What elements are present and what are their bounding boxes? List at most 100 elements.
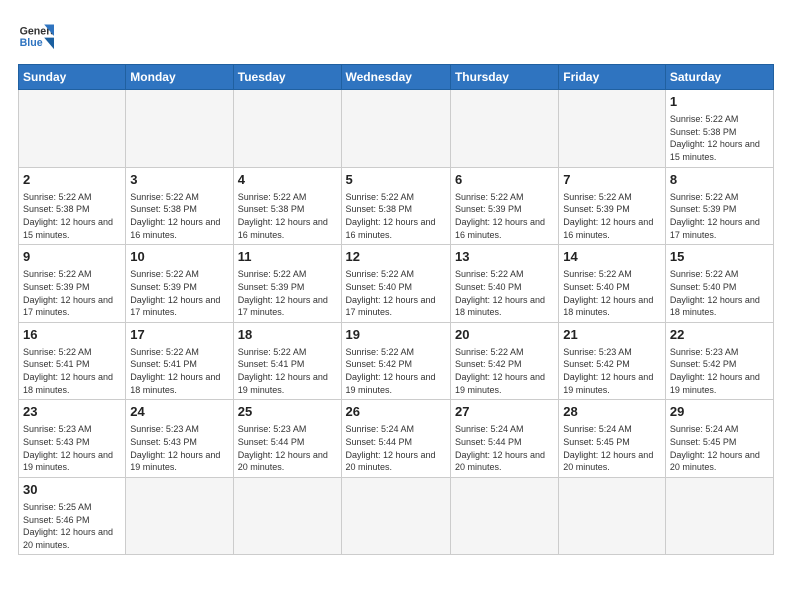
day-info: Sunrise: 5:23 AM Sunset: 5:42 PM Dayligh… [563, 346, 661, 396]
day-info: Sunrise: 5:25 AM Sunset: 5:46 PM Dayligh… [23, 501, 121, 551]
page: General Blue Sunday Monday Tuesday Wedne… [0, 0, 792, 612]
day-number: 28 [563, 403, 661, 421]
calendar-cell: 12Sunrise: 5:22 AM Sunset: 5:40 PM Dayli… [341, 245, 450, 323]
col-monday: Monday [126, 65, 233, 90]
day-info: Sunrise: 5:24 AM Sunset: 5:44 PM Dayligh… [346, 423, 446, 473]
day-info: Sunrise: 5:22 AM Sunset: 5:38 PM Dayligh… [670, 113, 769, 163]
day-number: 11 [238, 248, 337, 266]
day-info: Sunrise: 5:22 AM Sunset: 5:38 PM Dayligh… [346, 191, 446, 241]
day-info: Sunrise: 5:22 AM Sunset: 5:41 PM Dayligh… [23, 346, 121, 396]
day-number: 22 [670, 326, 769, 344]
calendar-cell: 19 Sunrise: 5:22 AM Sunset: 5:42 PM Dayli… [341, 322, 450, 400]
day-info: Sunrise: 5:23 AM Sunset: 5:43 PM Dayligh… [23, 423, 121, 473]
calendar-cell: 1 Sunrise: 5:22 AM Sunset: 5:38 PM Daylig… [665, 90, 773, 168]
calendar-cell: 21 Sunrise: 5:23 AM Sunset: 5:42 PM Dayli… [559, 322, 666, 400]
day-number: 21 [563, 326, 661, 344]
day-number: 6 [455, 171, 554, 189]
day-info: Sunrise: 5:22 AM Sunset: 5:40 PM Dayligh… [455, 268, 554, 318]
col-friday: Friday [559, 65, 666, 90]
day-info: Sunrise: 5:22 AM Sunset: 5:41 PM Dayligh… [238, 346, 337, 396]
calendar-cell: 13 Sunrise: 5:22 AM Sunset: 5:40 PM Dayli… [450, 245, 558, 323]
day-info: Sunrise: 5:22 AM Sunset: 5:39 PM Dayligh… [130, 268, 228, 318]
col-thursday: Thursday [450, 65, 558, 90]
day-info: Sunrise: 5:22 AM Sunset: 5:39 PM Dayligh… [23, 268, 121, 318]
day-number: 18 [238, 326, 337, 344]
calendar-cell [233, 90, 341, 168]
day-info: Sunrise: 5:22 AM Sunset: 5:42 PM Dayligh… [455, 346, 554, 396]
day-number: 5 [346, 171, 446, 189]
calendar-cell: 30 Sunrise: 5:25 AM Sunset: 5:46 PM Dayli… [19, 477, 126, 555]
calendar-cell: 15 Sunrise: 5:22 AM Sunset: 5:40 PM Dayli… [665, 245, 773, 323]
day-info: Sunrise: 5:22 AM Sunset: 5:39 PM Dayligh… [455, 191, 554, 241]
day-number: 24 [130, 403, 228, 421]
day-number: 13 [455, 248, 554, 266]
day-number: 14 [563, 248, 661, 266]
day-number: 9 [23, 248, 121, 266]
day-number: 30 [23, 481, 121, 499]
day-number: 7 [563, 171, 661, 189]
calendar-cell: 7 Sunrise: 5:22 AM Sunset: 5:39 PM Daylig… [559, 167, 666, 245]
calendar-cell [341, 90, 450, 168]
calendar-cell [559, 90, 666, 168]
day-info: Sunrise: 5:23 AM Sunset: 5:44 PM Dayligh… [238, 423, 337, 473]
calendar-cell [233, 477, 341, 555]
day-number: 20 [455, 326, 554, 344]
day-info: Sunrise: 5:22 AM Sunset: 5:38 PM Dayligh… [130, 191, 228, 241]
day-number: 4 [238, 171, 337, 189]
day-info: Sunrise: 5:22 AM Sunset: 5:41 PM Dayligh… [130, 346, 228, 396]
col-wednesday: Wednesday [341, 65, 450, 90]
calendar-cell: 4 Sunrise: 5:22 AM Sunset: 5:38 PM Daylig… [233, 167, 341, 245]
day-number: 19 [346, 326, 446, 344]
day-info: Sunrise: 5:22 AM Sunset: 5:39 PM Dayligh… [563, 191, 661, 241]
calendar-cell: 3Sunrise: 5:22 AM Sunset: 5:38 PM Daylig… [126, 167, 233, 245]
calendar-cell: 14 Sunrise: 5:22 AM Sunset: 5:40 PM Dayli… [559, 245, 666, 323]
calendar-cell: 23 Sunrise: 5:23 AM Sunset: 5:43 PM Dayli… [19, 400, 126, 478]
day-info: Sunrise: 5:22 AM Sunset: 5:42 PM Dayligh… [346, 346, 446, 396]
day-info: Sunrise: 5:24 AM Sunset: 5:44 PM Dayligh… [455, 423, 554, 473]
svg-text:Blue: Blue [20, 37, 43, 49]
day-info: Sunrise: 5:22 AM Sunset: 5:40 PM Dayligh… [670, 268, 769, 318]
calendar-cell: 8 Sunrise: 5:22 AM Sunset: 5:39 PM Daylig… [665, 167, 773, 245]
day-number: 1 [670, 93, 769, 111]
header: General Blue [18, 18, 774, 54]
calendar-cell: 26 Sunrise: 5:24 AM Sunset: 5:44 PM Dayli… [341, 400, 450, 478]
calendar-cell [450, 90, 558, 168]
logo-icon: General Blue [18, 18, 54, 54]
day-number: 25 [238, 403, 337, 421]
day-number: 17 [130, 326, 228, 344]
calendar-cell: 20 Sunrise: 5:22 AM Sunset: 5:42 PM Dayli… [450, 322, 558, 400]
calendar-cell: 2Sunrise: 5:22 AM Sunset: 5:38 PM Daylig… [19, 167, 126, 245]
day-number: 16 [23, 326, 121, 344]
calendar-cell: 5 Sunrise: 5:22 AM Sunset: 5:38 PM Daylig… [341, 167, 450, 245]
logo: General Blue [18, 18, 54, 54]
calendar-cell: 24Sunrise: 5:23 AM Sunset: 5:43 PM Dayli… [126, 400, 233, 478]
calendar-cell [665, 477, 773, 555]
day-number: 23 [23, 403, 121, 421]
calendar-cell: 11Sunrise: 5:22 AM Sunset: 5:39 PM Dayli… [233, 245, 341, 323]
day-info: Sunrise: 5:22 AM Sunset: 5:39 PM Dayligh… [670, 191, 769, 241]
calendar-cell: 10 Sunrise: 5:22 AM Sunset: 5:39 PM Dayli… [126, 245, 233, 323]
calendar-cell [559, 477, 666, 555]
calendar-cell [341, 477, 450, 555]
col-sunday: Sunday [19, 65, 126, 90]
day-number: 12 [346, 248, 446, 266]
calendar-cell: 9 Sunrise: 5:22 AM Sunset: 5:39 PM Daylig… [19, 245, 126, 323]
col-tuesday: Tuesday [233, 65, 341, 90]
day-number: 10 [130, 248, 228, 266]
calendar-cell: 17 Sunrise: 5:22 AM Sunset: 5:41 PM Dayli… [126, 322, 233, 400]
calendar-cell: 22Sunrise: 5:23 AM Sunset: 5:42 PM Dayli… [665, 322, 773, 400]
day-info: Sunrise: 5:22 AM Sunset: 5:38 PM Dayligh… [238, 191, 337, 241]
day-number: 26 [346, 403, 446, 421]
day-info: Sunrise: 5:24 AM Sunset: 5:45 PM Dayligh… [670, 423, 769, 473]
day-number: 8 [670, 171, 769, 189]
day-number: 2 [23, 171, 121, 189]
calendar-cell [19, 90, 126, 168]
day-info: Sunrise: 5:22 AM Sunset: 5:40 PM Dayligh… [563, 268, 661, 318]
calendar-cell: 25 Sunrise: 5:23 AM Sunset: 5:44 PM Dayli… [233, 400, 341, 478]
calendar-cell: 18 Sunrise: 5:22 AM Sunset: 5:41 PM Dayli… [233, 322, 341, 400]
day-number: 15 [670, 248, 769, 266]
calendar-cell: 27 Sunrise: 5:24 AM Sunset: 5:44 PM Dayli… [450, 400, 558, 478]
day-number: 27 [455, 403, 554, 421]
calendar-cell: 6 Sunrise: 5:22 AM Sunset: 5:39 PM Daylig… [450, 167, 558, 245]
calendar-cell [126, 477, 233, 555]
